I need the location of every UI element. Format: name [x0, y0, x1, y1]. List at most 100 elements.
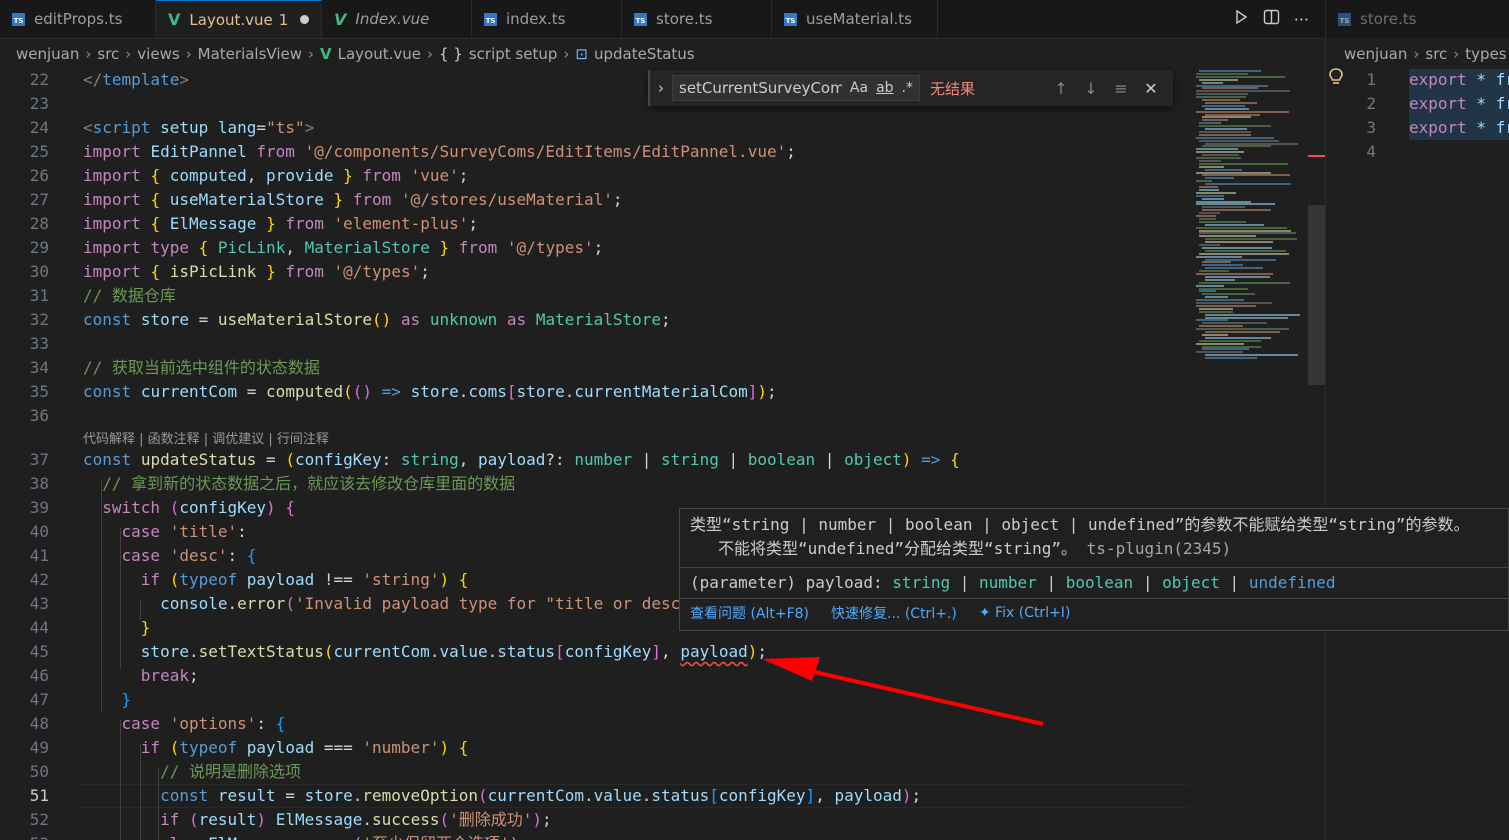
breadcrumb-item[interactable]: updateStatus [594, 45, 695, 63]
breadcrumb-item[interactable]: wenjuan [1344, 45, 1407, 63]
code-line[interactable]: 30 import { isPicLink } from '@/types'; [0, 260, 1190, 284]
find-query[interactable]: setCurrentSurveyCom [679, 79, 842, 97]
code-line[interactable]: 29 import type { PicLink, MaterialStore }… [0, 236, 1190, 260]
code-line[interactable]: 27 import { useMaterialStore } from '@/st… [0, 188, 1190, 212]
scrollbar-slider[interactable] [1308, 205, 1325, 385]
code-text[interactable]: // 获取当前选中组件的状态数据 [83, 356, 320, 380]
line-number: 50 [29, 762, 49, 781]
code-text[interactable]: import { useMaterialStore } from '@/stor… [83, 188, 623, 212]
tab-editprops[interactable]: TS editProps.ts [0, 0, 156, 38]
breadcrumb-item[interactable]: Layout.vue [338, 45, 421, 63]
code-text[interactable]: import { ElMessage } from 'element-plus'… [83, 212, 478, 236]
tab-right-store-ts[interactable]: TS store.ts [1326, 0, 1509, 38]
find-input[interactable]: setCurrentSurveyCom Aa ab .* [672, 75, 920, 101]
code-line[interactable]: 37 const updateStatus = (configKey: strin… [0, 448, 1190, 472]
vertical-scrollbar[interactable] [1308, 68, 1325, 840]
code-line[interactable]: 3 export * fr [1326, 116, 1509, 140]
code-line[interactable]: 46 break; [0, 664, 1190, 688]
code-line[interactable]: 53 else ElMessage.error('至少保留两个选项'); [0, 832, 1190, 840]
quick-fix-link[interactable]: 快速修复... (Ctrl+.) [831, 603, 957, 623]
code-text[interactable]: case 'title': [83, 520, 247, 544]
code-line[interactable]: 50 // 说明是删除选项 [0, 760, 1190, 784]
close-icon[interactable]: ✕ [1142, 79, 1160, 98]
code-line[interactable]: 24 <script setup lang="ts"> [0, 116, 1190, 140]
codelens[interactable]: 代码解释 | 函数注释 | 调优建议 | 行间注释 [83, 430, 329, 450]
unsaved-dot-icon[interactable] [300, 15, 309, 24]
more-actions-icon[interactable]: ··· [1294, 10, 1309, 29]
code-line[interactable]: 36 [0, 404, 1190, 428]
code-text[interactable]: const result = store.removeOption(curren… [83, 784, 921, 808]
code-text[interactable]: case 'desc': { [83, 544, 257, 568]
code-line[interactable]: 48 case 'options': { [0, 712, 1190, 736]
code-text[interactable]: export * fr [1409, 68, 1509, 92]
breadcrumb-item[interactable]: types [1465, 45, 1506, 63]
code-line[interactable]: 35 const currentCom = computed(() => stor… [0, 380, 1190, 404]
code-text[interactable]: import { isPicLink } from '@/types'; [83, 260, 430, 284]
code-text[interactable]: if (result) ElMessage.success('删除成功'); [83, 808, 552, 832]
code-line[interactable]: 51 const result = store.removeOption(cur… [0, 784, 1190, 808]
minimap-line [1199, 244, 1220, 246]
code-text[interactable]: const currentCom = computed(() => store.… [83, 380, 777, 404]
code-text[interactable]: else ElMessage.error('至少保留两个选项'); [83, 832, 529, 840]
toggle-replace-icon[interactable]: › [650, 79, 672, 97]
tab-layout-vue[interactable]: V Layout.vue 1 [156, 0, 322, 38]
code-line[interactable]: 31 // 数据仓库 [0, 284, 1190, 308]
code-line[interactable]: 33 [0, 332, 1190, 356]
code-text[interactable]: console.error('Invalid payload type for … [83, 592, 680, 616]
code-text[interactable]: export * fr [1409, 116, 1509, 140]
code-line[interactable]: 45 store.setTextStatus(currentCom.value.… [0, 640, 1190, 664]
next-match-icon[interactable]: ↓ [1082, 79, 1100, 98]
code-line[interactable]: 34 // 获取当前选中组件的状态数据 [0, 356, 1190, 380]
whole-word-icon[interactable]: ab [876, 80, 893, 96]
find-in-selection-icon[interactable]: ≡ [1112, 79, 1130, 98]
code-text[interactable]: import type { PicLink, MaterialStore } f… [83, 236, 603, 260]
code-line[interactable]: 52 if (result) ElMessage.success('删除成功')… [0, 808, 1190, 832]
code-text[interactable]: <script setup lang="ts"> [83, 116, 314, 140]
code-text[interactable]: if (typeof payload !== 'string') { [83, 568, 469, 592]
code-line[interactable]: 32 const store = useMaterialStore() as un… [0, 308, 1190, 332]
code-line[interactable]: 47 } [0, 688, 1190, 712]
tab-index-vue[interactable]: V Index.vue [322, 0, 472, 38]
code-text[interactable]: switch (configKey) { [83, 496, 295, 520]
code-line[interactable]: 4 [1326, 140, 1509, 164]
regex-icon[interactable]: .* [902, 80, 913, 96]
code-text[interactable]: </template> [83, 68, 189, 92]
code-text[interactable]: store.setTextStatus(currentCom.value.sta… [83, 640, 767, 664]
code-text[interactable]: const store = useMaterialStore() as unkn… [83, 308, 671, 332]
code-line[interactable]: 49 if (typeof payload === 'number') { [0, 736, 1190, 760]
tab-usematerial-ts[interactable]: TS useMaterial.ts [772, 0, 938, 38]
code-line[interactable]: 2 export * fr [1326, 92, 1509, 116]
code-line[interactable]: 28 import { ElMessage } from 'element-plu… [0, 212, 1190, 236]
breadcrumb-item[interactable]: MaterialsView [198, 45, 302, 63]
fix-link[interactable]: ✦ Fix (Ctrl+I) [979, 605, 1071, 621]
breadcrumb-item[interactable]: src [97, 45, 119, 63]
previous-match-icon[interactable]: ↑ [1052, 79, 1070, 98]
breadcrumb-item[interactable]: src [1425, 45, 1447, 63]
code-line[interactable]: 25 import EditPannel from '@/components/S… [0, 140, 1190, 164]
breadcrumb-item[interactable]: wenjuan [16, 45, 79, 63]
code-text[interactable]: export * fr [1409, 92, 1509, 116]
code-text[interactable]: // 数据仓库 [83, 284, 176, 308]
split-editor-icon[interactable] [1263, 9, 1280, 29]
minimap[interactable] [1190, 68, 1308, 368]
code-text[interactable]: import EditPannel from '@/components/Sur… [83, 140, 796, 164]
code-line[interactable]: 1 export * fr [1326, 68, 1509, 92]
breadcrumb-item[interactable]: script setup [469, 45, 558, 63]
code-text[interactable]: import { computed, provide } from 'vue'; [83, 164, 468, 188]
code-line[interactable]: 26 import { computed, provide } from 'vue… [0, 164, 1190, 188]
tab-store-ts[interactable]: TS store.ts [622, 0, 772, 38]
line-number: 23 [29, 94, 49, 113]
view-problem-link[interactable]: 查看问题 (Alt+F8) [690, 603, 809, 623]
diagnostic-source: ts-plugin(2345) [1086, 539, 1232, 558]
code-text[interactable]: // 拿到新的状态数据之后，就应该去修改仓库里面的数据 [83, 472, 515, 496]
code-text[interactable]: case 'options': { [83, 712, 286, 736]
match-case-icon[interactable]: Aa [850, 80, 868, 96]
run-icon[interactable] [1233, 9, 1249, 29]
breadcrumb-item[interactable]: views [137, 45, 179, 63]
code-line[interactable]: 38 // 拿到新的状态数据之后，就应该去修改仓库里面的数据 [0, 472, 1190, 496]
code-text[interactable]: } [83, 688, 132, 712]
tab-index-ts[interactable]: TS index.ts [472, 0, 622, 38]
code-text[interactable]: const updateStatus = (configKey: string,… [83, 448, 960, 472]
code-editor[interactable]: 22 </template> 23 24 <script setup lang="ts"… [0, 68, 1190, 840]
code-text[interactable]: // 说明是删除选项 [83, 760, 301, 784]
